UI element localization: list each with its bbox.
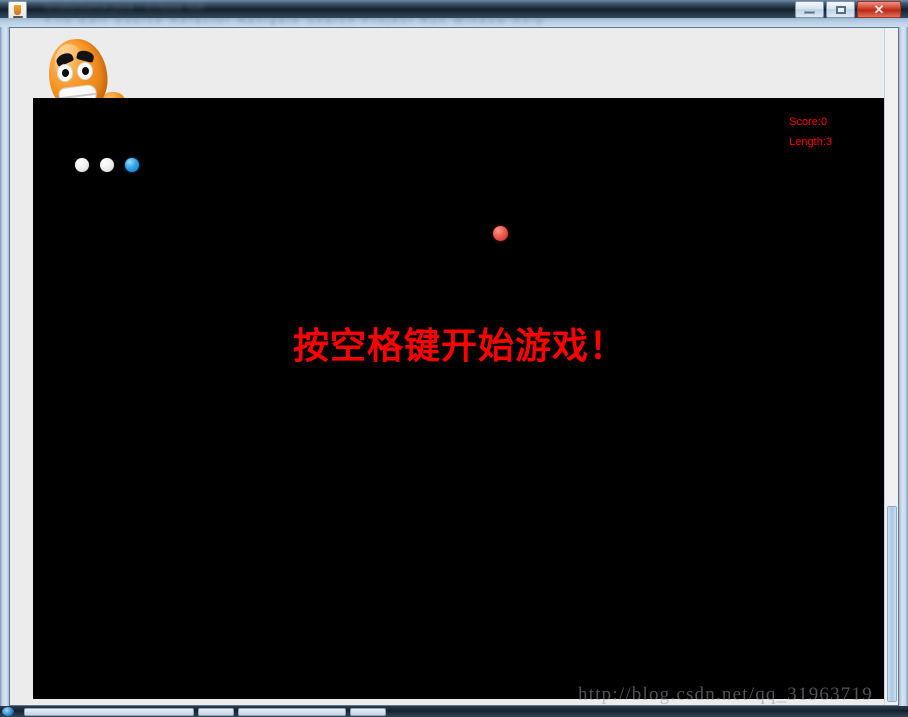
- ide-title-bar[interactable]: SnakeGame.java - Eclipse IDE: [0, 0, 908, 18]
- game-hud: Score:0 Length:3: [789, 112, 832, 152]
- length-label: Length:3: [789, 136, 832, 148]
- taskbar-item[interactable]: [198, 708, 234, 716]
- java-app-icon: [8, 1, 27, 18]
- snake-game-content-pane: Score:0 Length:3 按空格键开始游戏！: [11, 29, 897, 704]
- ide-menu-items: File Edit Source Refactor Navigate Searc…: [46, 18, 546, 26]
- os-taskbar[interactable]: [0, 706, 908, 717]
- close-button[interactable]: [857, 1, 901, 18]
- snake-game-window: Score:0 Length:3 按空格键开始游戏！: [9, 27, 899, 706]
- snake-head-segment: [125, 158, 139, 172]
- minimize-button[interactable]: [795, 1, 824, 18]
- taskbar-item[interactable]: [238, 708, 346, 716]
- game-canvas[interactable]: Score:0 Length:3 按空格键开始游戏！: [33, 98, 886, 699]
- editor-vertical-scrollbar[interactable]: [884, 28, 898, 705]
- maximize-button[interactable]: [826, 1, 855, 18]
- ide-window-title: SnakeGame.java - Eclipse IDE: [44, 1, 207, 13]
- taskbar-item[interactable]: [24, 708, 194, 716]
- score-label: Score:0: [789, 116, 828, 128]
- scrollbar-thumb[interactable]: [887, 506, 897, 702]
- mascot-pupil-left: [62, 69, 69, 77]
- ide-right-edge: [899, 27, 908, 706]
- start-game-message: 按空格键开始游戏！: [292, 326, 626, 367]
- ide-left-edge: [0, 27, 9, 706]
- mascot-pupil-right: [82, 67, 89, 75]
- ide-window: SnakeGame.java - Eclipse IDE File Edit S…: [0, 0, 908, 706]
- snake-body-segment: [100, 158, 114, 172]
- taskbar-item[interactable]: [350, 708, 386, 716]
- food-ball: [493, 226, 508, 241]
- snake-body-segment: [75, 158, 89, 172]
- start-button[interactable]: [2, 707, 14, 716]
